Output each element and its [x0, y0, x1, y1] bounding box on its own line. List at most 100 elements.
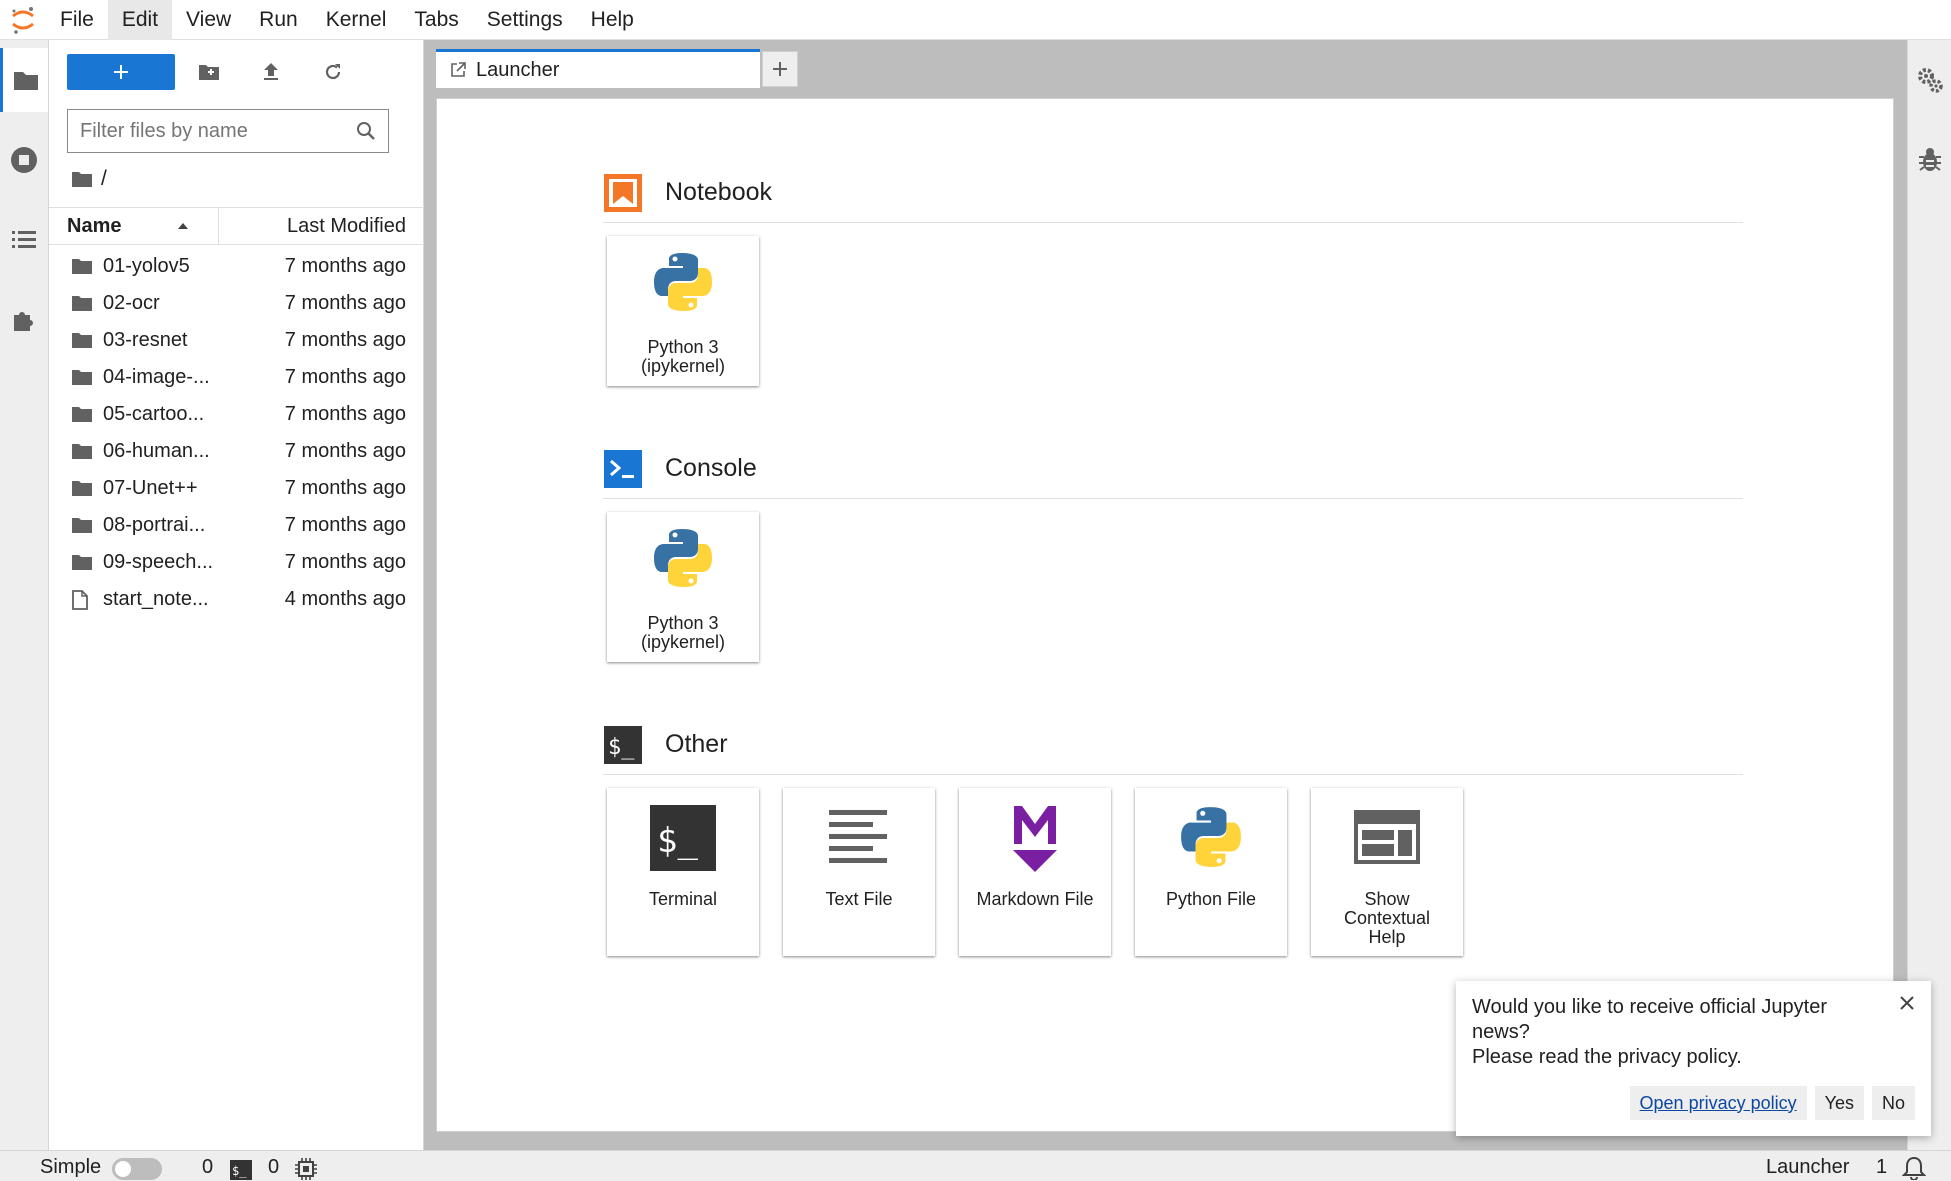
- menu-view[interactable]: View: [172, 0, 245, 40]
- yes-button[interactable]: Yes: [1814, 1086, 1864, 1120]
- file-row[interactable]: 08-portrai... 7 months ago: [49, 507, 424, 544]
- notification-actions: Open privacy policy Yes No: [1629, 1086, 1915, 1120]
- close-button[interactable]: [1895, 991, 1919, 1015]
- file-row[interactable]: start_note... 4 months ago: [49, 581, 424, 618]
- svg-text:$_: $_: [232, 1164, 247, 1178]
- file-row[interactable]: 03-resnet 7 months ago: [49, 322, 424, 359]
- file-row[interactable]: 07-Unet++ 7 months ago: [49, 470, 424, 507]
- simple-mode-toggle[interactable]: [112, 1156, 162, 1181]
- markdown-file-card[interactable]: Markdown File: [959, 788, 1111, 956]
- plus-icon: [114, 65, 128, 79]
- file-row[interactable]: 09-speech... 7 months ago: [49, 544, 424, 581]
- folder-icon: [72, 296, 92, 311]
- refresh-icon: [325, 64, 341, 80]
- file-name: 05-cartoo...: [103, 403, 205, 425]
- terminals-count[interactable]: 0: [202, 1154, 213, 1180]
- other-icon: $_: [604, 725, 642, 764]
- file-row[interactable]: 01-yolov5 7 months ago: [49, 248, 424, 285]
- notebook-python3-card[interactable]: Python 3 (ipykernel): [607, 236, 759, 386]
- notification-count[interactable]: 1: [1876, 1154, 1887, 1180]
- kernels-count[interactable]: 0: [268, 1154, 279, 1180]
- plus-icon: [773, 62, 787, 76]
- folder-icon: [72, 333, 92, 348]
- file-modified: 7 months ago: [284, 292, 406, 314]
- file-row[interactable]: 05-cartoo... 7 months ago: [49, 396, 424, 433]
- new-folder-icon: [199, 65, 219, 80]
- bell-icon[interactable]: [1902, 1155, 1926, 1181]
- new-folder-button[interactable]: [187, 54, 231, 90]
- section-notebook: Notebook: [603, 163, 1743, 223]
- terminal-icon: $_: [230, 1157, 252, 1181]
- upload-button[interactable]: [249, 54, 293, 90]
- debugger-tab[interactable]: [1908, 130, 1951, 190]
- python-icon: [654, 529, 712, 587]
- tab-launcher[interactable]: Launcher: [436, 49, 760, 88]
- contextual-help-card[interactable]: Show Contextual Help: [1311, 788, 1463, 956]
- menu-settings[interactable]: Settings: [473, 0, 577, 40]
- svg-text:$_: $_: [608, 735, 635, 760]
- folder-icon[interactable]: [71, 170, 93, 188]
- folder-icon: [72, 259, 92, 274]
- text-file-icon: [829, 810, 887, 863]
- close-icon: [1900, 996, 1914, 1010]
- file-icon: [72, 590, 88, 610]
- refresh-button[interactable]: [311, 54, 355, 90]
- file-modified: 7 months ago: [284, 440, 406, 462]
- menu-edit[interactable]: Edit: [107, 0, 173, 40]
- file-row[interactable]: 04-image-... 7 months ago: [49, 359, 424, 396]
- file-modified: 7 months ago: [284, 329, 406, 351]
- new-tab-button[interactable]: [762, 51, 798, 87]
- menu-run[interactable]: Run: [245, 0, 312, 40]
- file-name: 07-Unet++: [103, 477, 198, 499]
- gears-icon: [1918, 68, 1943, 93]
- file-row[interactable]: 02-ocr 7 months ago: [49, 285, 424, 322]
- column-header-last-modified[interactable]: Last Modified: [287, 208, 406, 244]
- terminal-card[interactable]: $_ Terminal: [607, 788, 759, 956]
- list-icon: [12, 231, 36, 248]
- console-python3-card[interactable]: Python 3 (ipykernel): [607, 512, 759, 662]
- python-icon: [654, 253, 712, 311]
- running-sessions-tab[interactable]: [0, 128, 48, 192]
- sort-ascending-icon: [178, 223, 188, 229]
- section-title: Notebook: [665, 178, 773, 206]
- file-name: 03-resnet: [103, 329, 188, 351]
- table-of-contents-tab[interactable]: [0, 208, 48, 272]
- file-name: 01-yolov5: [103, 255, 190, 277]
- file-name: 08-portrai...: [103, 514, 206, 536]
- file-name: 06-human...: [103, 440, 210, 462]
- file-list: 01-yolov5 7 months ago 02-ocr 7 months a…: [49, 248, 424, 618]
- text-file-card[interactable]: Text File: [783, 788, 935, 956]
- left-sidebar: [0, 40, 49, 1150]
- column-header-name[interactable]: Name: [49, 208, 219, 244]
- file-name: 09-speech...: [103, 551, 214, 573]
- open-privacy-policy-button[interactable]: Open privacy policy: [1629, 1086, 1807, 1120]
- file-browser-tab[interactable]: [0, 48, 48, 112]
- markdown-icon: [1013, 806, 1057, 872]
- menu-tabs[interactable]: Tabs: [400, 0, 472, 40]
- file-row[interactable]: 06-human... 7 months ago: [49, 433, 424, 470]
- no-button[interactable]: No: [1871, 1086, 1915, 1120]
- menu-file[interactable]: File: [46, 0, 108, 40]
- menu-help[interactable]: Help: [577, 0, 648, 40]
- upload-icon: [264, 63, 278, 80]
- folder-icon: [72, 370, 92, 385]
- breadcrumb-root[interactable]: /: [101, 167, 107, 191]
- folder-icon: [72, 555, 92, 570]
- tab-label: Launcher: [476, 58, 560, 81]
- svg-text:$_: $_: [657, 821, 698, 861]
- filter-files-input[interactable]: [80, 119, 356, 143]
- file-modified: 7 months ago: [284, 477, 406, 499]
- folder-icon: [72, 407, 92, 422]
- file-name: 02-ocr: [103, 292, 160, 314]
- menu-kernel[interactable]: Kernel: [312, 0, 401, 40]
- new-launcher-button[interactable]: [67, 54, 175, 90]
- python-file-card[interactable]: Python File: [1135, 788, 1287, 956]
- section-console: Console: [603, 439, 1743, 499]
- section-title: Console: [665, 454, 757, 482]
- launcher-panel: Notebook Python 3 (ipykernel) Console Py…: [436, 98, 1894, 1132]
- extension-manager-tab[interactable]: [0, 288, 48, 352]
- contextual-help-icon: [1354, 810, 1420, 864]
- property-inspector-tab[interactable]: [1908, 50, 1951, 110]
- current-tab-label[interactable]: Launcher: [1766, 1154, 1849, 1180]
- filter-box: [67, 109, 389, 153]
